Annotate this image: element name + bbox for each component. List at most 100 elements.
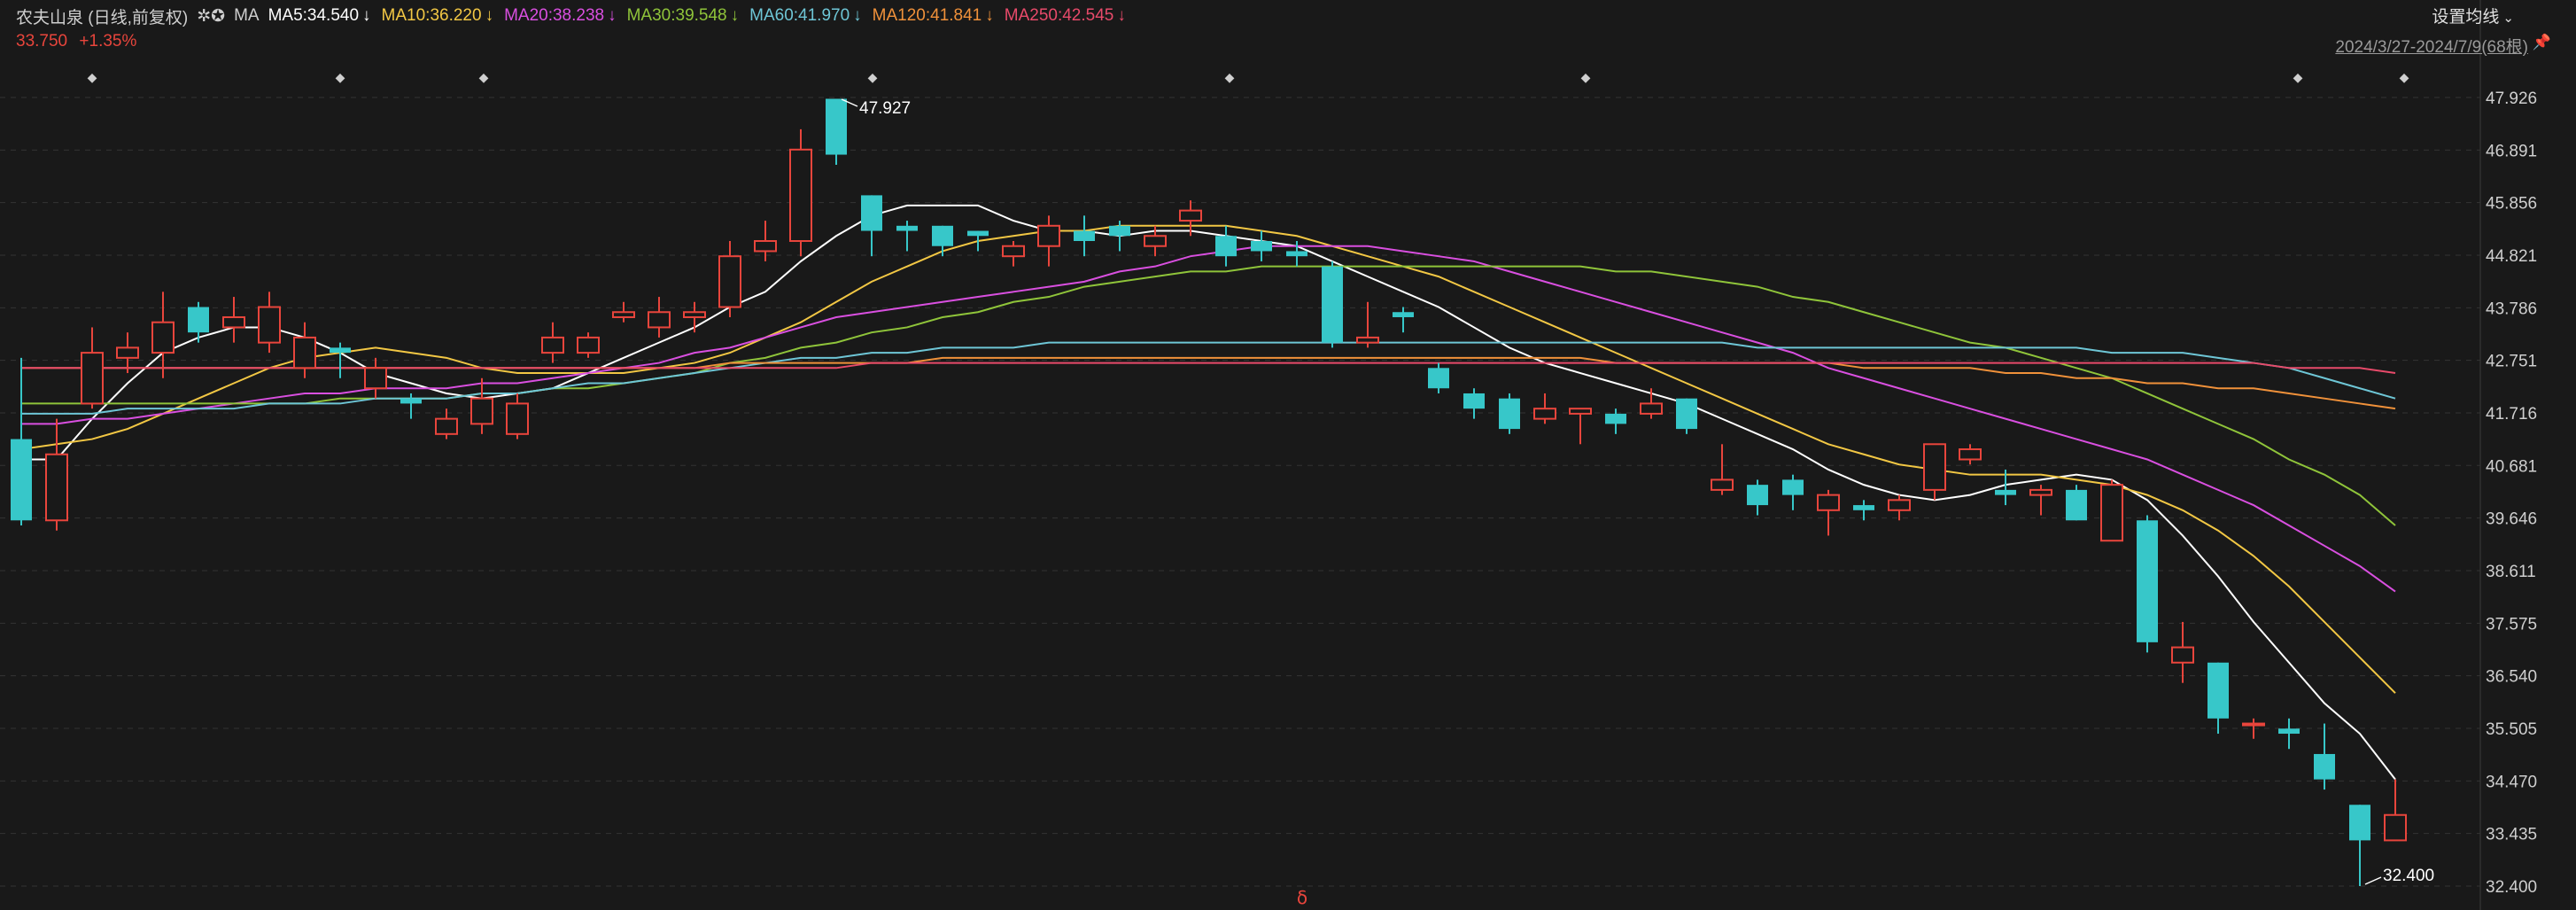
candle [826, 98, 847, 166]
candle-body [1605, 413, 1626, 424]
candle-body [1711, 478, 1734, 491]
y-tick-label: 34.470 [2486, 773, 2537, 791]
candle [2100, 479, 2123, 542]
y-tick-label: 45.856 [2486, 195, 2537, 214]
candle-body [1428, 368, 1449, 389]
y-tick-label: 37.575 [2486, 615, 2537, 634]
grid-lines [0, 0, 2481, 910]
candle-body [435, 417, 458, 435]
candle-body [1959, 448, 1982, 461]
candle-body [330, 347, 351, 354]
candle-body [81, 352, 104, 405]
event-marker: ◆ [868, 71, 878, 85]
candle [1676, 398, 1697, 434]
candle [1037, 215, 1060, 267]
candle-body [45, 453, 68, 522]
candle [2066, 485, 2087, 521]
ma-values: MA5:34.540 ↓ MA10:36.220 ↓ MA20:38.238 ↓ MA30:… [268, 6, 1137, 26]
candle-body [932, 225, 953, 246]
candle-body [1002, 245, 1025, 258]
current-price: 33.750 [16, 32, 68, 51]
candle [1499, 393, 1520, 434]
candlestick-chart[interactable]: 47.926 46.891 45.856 44.821 43.786 42.751 41.7… [0, 0, 2576, 910]
y-tick-label: 47.926 [2486, 89, 2537, 108]
candle [967, 230, 989, 252]
candle-body [1782, 479, 1804, 495]
candle [2314, 723, 2335, 790]
candle-body [11, 439, 32, 521]
date-range[interactable]: 2024/3/27-2024/7/9(68根) [2335, 34, 2528, 58]
candle [789, 128, 812, 257]
candle-body [1393, 312, 1414, 317]
candle-body [2171, 646, 2194, 664]
ma-legend-item: MA120:41.841 [872, 6, 982, 25]
event-marker: ◆ [1225, 71, 1235, 85]
candle [648, 297, 671, 338]
candle-body [1074, 230, 1095, 241]
y-tick-label: 39.646 [2486, 510, 2537, 529]
candle [1322, 261, 1343, 348]
candle-body [1286, 251, 1307, 257]
candle [718, 240, 741, 317]
candle-body [188, 307, 209, 333]
y-tick-label: 44.821 [2486, 247, 2537, 266]
price-readout: 33.750 +1.35% [16, 32, 144, 51]
ma-line-ma20 [21, 245, 2396, 593]
stock-name: 农夫山泉 (日线,前复权) [16, 8, 189, 27]
ma-settings-button[interactable]: 设置均线 ⌄ [2432, 4, 2514, 27]
candle [541, 322, 564, 363]
candle-body [116, 346, 139, 359]
event-marker: ◆ [88, 71, 97, 85]
candle [1640, 388, 1663, 419]
candle [222, 297, 245, 343]
candle-body [967, 230, 989, 237]
event-marker: ◆ [479, 71, 489, 85]
ma-legend-item: MA10:36.220 [381, 6, 482, 25]
candle-body [1533, 408, 1556, 420]
candle [1533, 393, 1556, 424]
ma-line-ma30 [21, 265, 2396, 526]
candle [116, 332, 139, 374]
candle [1002, 240, 1025, 267]
candle [2349, 805, 2370, 886]
candle [2384, 779, 2407, 842]
candle [1215, 225, 1237, 267]
candle-body [2207, 662, 2229, 719]
candle-body [2242, 722, 2265, 727]
min-price-label: 32.400 [2383, 867, 2434, 885]
candle-body [826, 98, 847, 155]
y-tick-label: 32.400 [2486, 878, 2537, 897]
pin-icon[interactable]: 📌 [2533, 34, 2551, 51]
down-arrow-icon: ↓ [1117, 6, 1126, 25]
candle [1393, 307, 1414, 333]
ma-settings-icon[interactable]: ✲✪ [197, 6, 225, 27]
candle-body [2137, 520, 2158, 642]
candle [11, 357, 32, 526]
ma-settings-label: 设置均线 [2432, 8, 2500, 27]
y-tick-label: 33.435 [2486, 826, 2537, 844]
down-arrow-icon: ↓ [362, 6, 371, 25]
candle-body [754, 239, 777, 253]
down-arrow-icon: ↓ [985, 6, 994, 25]
y-tick-label: 42.751 [2486, 353, 2537, 371]
candle-body [2100, 484, 2123, 542]
y-tick-label: 40.681 [2486, 457, 2537, 476]
y-tick-label: 43.786 [2486, 299, 2537, 318]
down-arrow-icon: ↓ [485, 6, 494, 25]
candle [1463, 388, 1485, 419]
candle [151, 292, 175, 378]
candle-body [1995, 489, 2016, 495]
candle-body [1747, 485, 1768, 506]
event-marker: ◆ [1581, 71, 1591, 85]
ma-label: MA [234, 6, 260, 25]
candle [1923, 443, 1946, 501]
candle [470, 377, 493, 434]
candle-body [1144, 235, 1167, 247]
candle [861, 195, 882, 257]
candle-body [2278, 728, 2300, 735]
candle-body [400, 398, 422, 404]
candle-body [2314, 753, 2335, 780]
candle [1959, 444, 1982, 465]
candle-body [2029, 488, 2052, 496]
candle [81, 327, 104, 409]
